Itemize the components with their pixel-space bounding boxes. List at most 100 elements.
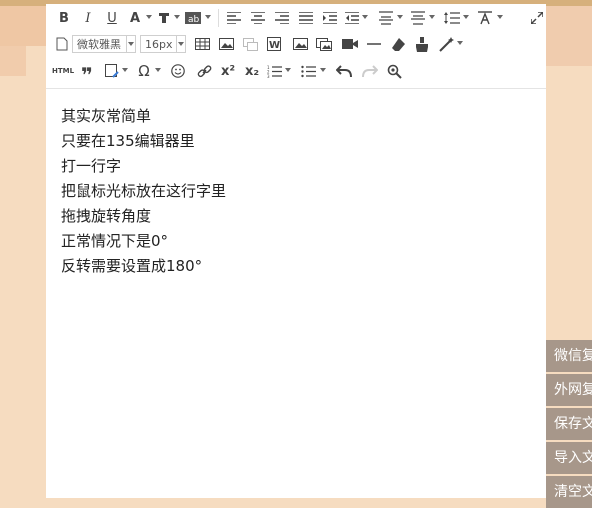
ordered-list-button[interactable]: 123 xyxy=(264,59,284,83)
background-tile xyxy=(0,6,46,46)
align-right-button[interactable] xyxy=(272,6,292,30)
unordered-list-button[interactable] xyxy=(298,59,318,83)
smiley-icon xyxy=(171,64,185,78)
multi-image-button[interactable] xyxy=(314,32,334,56)
fullscreen-button[interactable] xyxy=(528,6,546,30)
paragraph-spacing-top-button[interactable] xyxy=(376,6,396,30)
align-justify-icon xyxy=(299,12,313,24)
video-icon xyxy=(342,39,358,49)
underline-button[interactable]: U xyxy=(102,6,122,30)
font-color-button[interactable]: A xyxy=(126,6,144,30)
insert-video-button[interactable] xyxy=(340,32,360,56)
search-icon xyxy=(387,64,402,79)
bold-button[interactable]: B xyxy=(54,6,74,30)
content-line: 只要在135编辑器里 xyxy=(61,132,195,150)
font-family-value: 微软雅黑 xyxy=(77,38,121,51)
justify-button[interactable] xyxy=(296,6,316,30)
magic-wand-icon xyxy=(438,36,454,52)
special-characters-button[interactable]: Ω xyxy=(134,59,154,83)
chevron-down-icon[interactable] xyxy=(320,68,326,72)
chevron-down-icon[interactable] xyxy=(155,68,161,72)
superscript-button[interactable]: x² xyxy=(218,59,238,83)
background-tile xyxy=(0,46,26,76)
insert-table-button[interactable] xyxy=(192,32,212,56)
magic-wand-button[interactable] xyxy=(436,32,456,56)
paragraph-spacing-bottom-button[interactable] xyxy=(408,6,428,30)
clear-format-button[interactable] xyxy=(388,32,408,56)
chevron-down-icon[interactable] xyxy=(429,15,435,19)
brush-icon xyxy=(416,36,428,52)
image-gallery-icon xyxy=(242,37,258,51)
chevron-down-icon[interactable] xyxy=(174,15,180,19)
table-icon xyxy=(194,38,210,50)
rich-text-editor: B I U A ab 微软雅黑 16px W HTML ❞ Ω x² x₂ 1 … xyxy=(46,4,546,498)
text-style-button[interactable] xyxy=(154,6,174,30)
chevron-down-icon xyxy=(126,36,135,52)
font-family-select[interactable]: 微软雅黑 xyxy=(72,35,136,53)
image-button[interactable] xyxy=(290,32,310,56)
chevron-down-icon[interactable] xyxy=(463,15,469,19)
chevron-down-icon[interactable] xyxy=(285,68,291,72)
content-line: 打一行字 xyxy=(61,157,122,175)
editor-toolbar: B I U A ab 微软雅黑 16px W HTML ❞ Ω x² x₂ 1 … xyxy=(46,4,546,89)
chevron-down-icon[interactable] xyxy=(397,15,403,19)
svg-text:3: 3 xyxy=(267,74,270,78)
expand-icon xyxy=(531,12,543,24)
chevron-down-icon[interactable] xyxy=(362,15,368,19)
insert-image-button[interactable] xyxy=(216,32,236,56)
omega-icon: Ω xyxy=(138,62,150,80)
align-left-button[interactable] xyxy=(224,6,244,30)
clear-article-button[interactable]: 清空文章 xyxy=(546,476,592,508)
chevron-down-icon[interactable] xyxy=(497,15,503,19)
save-article-label: 保存文章 xyxy=(554,416,592,432)
border-style-button[interactable] xyxy=(102,59,122,83)
content-line: 反转需要设置成180° xyxy=(61,257,203,275)
ordered-list-icon: 123 xyxy=(267,65,282,78)
undo-icon xyxy=(336,64,352,77)
remote-image-button[interactable] xyxy=(240,32,260,56)
wechat-copy-label: 微信复制 xyxy=(554,348,592,364)
picture-icon xyxy=(292,38,308,50)
editor-content[interactable]: 其实灰常简单 只要在135编辑器里 打一行字 把鼠标光标放在这行字里 拖拽旋转角… xyxy=(61,104,531,279)
external-copy-button[interactable]: 外网复制 xyxy=(546,374,592,406)
subscript-button[interactable]: x₂ xyxy=(242,59,262,83)
letter-spacing-icon xyxy=(478,11,492,25)
background-tile xyxy=(546,6,592,66)
align-right-icon xyxy=(275,12,289,24)
chevron-down-icon[interactable] xyxy=(122,68,128,72)
background-color-button[interactable]: ab xyxy=(182,6,204,30)
eraser-icon xyxy=(391,37,405,51)
letter-spacing-button[interactable] xyxy=(474,6,496,30)
undo-button[interactable] xyxy=(334,59,354,83)
save-article-button[interactable]: 保存文章 xyxy=(546,408,592,440)
import-article-button[interactable]: 导入文章 xyxy=(546,442,592,474)
text-style-icon xyxy=(159,13,169,23)
format-painter-button[interactable] xyxy=(412,32,432,56)
chevron-down-icon[interactable] xyxy=(457,41,463,45)
content-line: 其实灰常简单 xyxy=(61,107,152,125)
align-center-button[interactable] xyxy=(248,6,268,30)
chevron-down-icon[interactable] xyxy=(205,15,211,19)
font-color-icon: A xyxy=(129,10,141,26)
insert-link-button[interactable] xyxy=(194,59,214,83)
redo-button[interactable] xyxy=(360,59,380,83)
font-size-value: 16px xyxy=(145,37,173,51)
html-source-button[interactable]: HTML xyxy=(52,59,74,83)
blockquote-button[interactable]: ❞ xyxy=(78,59,96,87)
external-copy-label: 外网复制 xyxy=(554,382,592,398)
chevron-down-icon[interactable] xyxy=(146,15,152,19)
new-document-button[interactable] xyxy=(54,32,70,56)
indent-button[interactable] xyxy=(320,6,340,30)
wechat-copy-button[interactable]: 微信复制 xyxy=(546,340,592,372)
toolbar-row-3: HTML ❞ Ω x² x₂ 123 xyxy=(52,59,546,87)
line-height-button[interactable] xyxy=(442,6,462,30)
search-replace-button[interactable] xyxy=(384,59,404,83)
toolbar-separator xyxy=(218,9,219,27)
outdent-button[interactable] xyxy=(342,6,362,30)
horizontal-rule-button[interactable] xyxy=(364,32,384,56)
font-size-select[interactable]: 16px xyxy=(140,35,186,53)
emoticon-button[interactable] xyxy=(168,59,188,83)
italic-button[interactable]: I xyxy=(78,6,98,30)
word-import-button[interactable]: W xyxy=(264,32,284,56)
bold-icon: B xyxy=(59,10,69,26)
